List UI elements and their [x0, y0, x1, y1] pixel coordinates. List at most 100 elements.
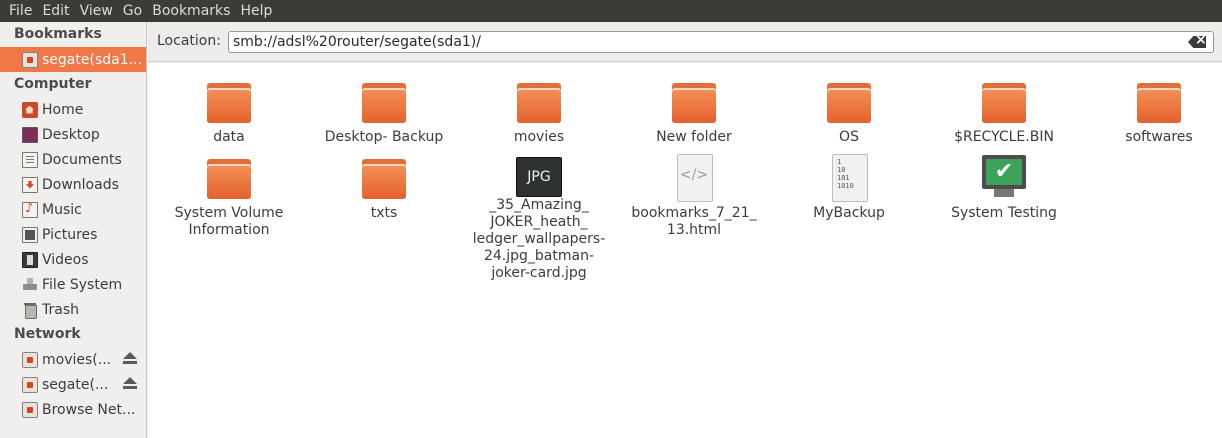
- folder-icon: [205, 77, 253, 125]
- documents-icon: [22, 151, 38, 168]
- network-drive-icon: [22, 351, 38, 368]
- sidebar-item-label: Documents: [42, 151, 122, 168]
- sidebar-item-home[interactable]: Home: [0, 97, 146, 122]
- music-icon: [22, 201, 38, 218]
- videos-icon: [22, 251, 38, 268]
- folder-icon: [1135, 77, 1183, 125]
- sidebar-item-label: Desktop: [42, 126, 100, 143]
- network-drive-icon: [22, 51, 38, 68]
- menu-bookmarks[interactable]: Bookmarks: [147, 0, 235, 22]
- binary-file-icon-text: 1 10 101 1010: [837, 158, 854, 190]
- executable-check-icon-text: ✔: [986, 159, 1022, 185]
- folder-icon: [360, 77, 408, 125]
- clear-icon[interactable]: [1188, 32, 1207, 48]
- sidebar: Bookmarks segate(sda1... Computer Home D…: [0, 22, 147, 438]
- folder-icon: [515, 77, 563, 125]
- binary-file-icon: 1 10 101 1010: [825, 153, 873, 202]
- location-input[interactable]: [228, 31, 1214, 53]
- file-name: _35_Amazing_ JOKER_heath_ ledger_wallpap…: [472, 197, 606, 281]
- sidebar-item-label: Videos: [42, 251, 89, 268]
- file-item-softwares[interactable]: softwares: [1084, 77, 1222, 146]
- file-item-bookmarks-html[interactable]: </> bookmarks_7_21_ 13.html: [619, 153, 769, 239]
- sidebar-item-label: Pictures: [42, 226, 98, 243]
- file-item-system-volume-information[interactable]: System Volume Information: [154, 153, 304, 239]
- file-item-new-folder[interactable]: New folder: [619, 77, 769, 146]
- file-item-system-testing[interactable]: ✔ System Testing: [929, 153, 1079, 222]
- menu-view[interactable]: View: [75, 0, 118, 22]
- image-file-icon-text: JPG: [527, 169, 551, 185]
- sidebar-item-label: segate(sda1...: [42, 51, 142, 68]
- pictures-icon: [22, 226, 38, 243]
- sidebar-header-network: Network: [14, 326, 81, 342]
- file-item-recycle-bin[interactable]: $RECYCLE.BIN: [929, 77, 1079, 146]
- trash-icon: [22, 302, 38, 319]
- sidebar-item-segate-bookmark[interactable]: segate(sda1...: [0, 47, 146, 72]
- sidebar-item-label: movies(...: [42, 351, 112, 368]
- file-name: $RECYCLE.BIN: [954, 129, 1054, 145]
- html-file-icon-text: </>: [679, 167, 709, 183]
- location-label: Location:: [157, 33, 221, 49]
- menu-edit[interactable]: Edit: [37, 0, 74, 22]
- file-name: System Testing: [951, 205, 1057, 221]
- file-system-icon: [22, 277, 38, 293]
- eject-icon[interactable]: [122, 377, 138, 391]
- eject-icon[interactable]: [122, 352, 138, 366]
- image-file-icon: JPG: [516, 157, 562, 197]
- folder-icon: [670, 77, 718, 125]
- sidebar-header-computer: Computer: [14, 76, 92, 92]
- network-drive-icon: [22, 401, 38, 418]
- executable-check-icon: ✔: [980, 153, 1028, 201]
- file-item-mybackup[interactable]: 1 10 101 1010 MyBackup: [774, 153, 924, 222]
- sidebar-item-music[interactable]: Music: [0, 197, 146, 222]
- sidebar-item-documents[interactable]: Documents: [0, 147, 146, 172]
- sidebar-item-file-system[interactable]: File System: [0, 272, 146, 297]
- sidebar-item-segate-share[interactable]: segate(...: [0, 372, 146, 397]
- file-view: data Desktop- Backup movies New folder O…: [148, 63, 1222, 438]
- downloads-icon: [22, 176, 38, 193]
- sidebar-item-movies-share[interactable]: movies(...: [0, 347, 146, 372]
- file-item-joker-jpg[interactable]: JPG _35_Amazing_ JOKER_heath_ ledger_wal…: [464, 153, 614, 282]
- file-name: MyBackup: [813, 205, 885, 221]
- folder-icon: [205, 153, 253, 201]
- file-name: data: [213, 129, 245, 145]
- html-file-icon: </>: [670, 153, 718, 202]
- sidebar-item-downloads[interactable]: Downloads: [0, 172, 146, 197]
- file-item-desktop-backup[interactable]: Desktop- Backup: [309, 77, 459, 146]
- file-item-data[interactable]: data: [154, 77, 304, 146]
- location-bar: Location:: [148, 22, 1222, 62]
- sidebar-item-pictures[interactable]: Pictures: [0, 222, 146, 247]
- desktop-icon: [22, 126, 38, 143]
- menu-go[interactable]: Go: [118, 0, 147, 22]
- sidebar-item-label: File System: [42, 276, 123, 293]
- file-name: OS: [839, 129, 859, 145]
- file-name: Desktop- Backup: [324, 129, 444, 145]
- folder-icon: [825, 77, 873, 125]
- home-icon: [22, 101, 38, 118]
- sidebar-item-videos[interactable]: Videos: [0, 247, 146, 272]
- file-name: softwares: [1125, 129, 1193, 145]
- file-name: movies: [513, 129, 565, 145]
- sidebar-item-trash[interactable]: Trash: [0, 297, 146, 322]
- menu-help[interactable]: Help: [235, 0, 277, 22]
- folder-icon: [980, 77, 1028, 125]
- file-name: txts: [370, 205, 398, 221]
- menubar: File Edit View Go Bookmarks Help: [0, 0, 1222, 22]
- file-name: System Volume Information: [174, 205, 284, 238]
- network-drive-icon: [22, 376, 38, 393]
- file-name: New folder: [656, 129, 732, 145]
- menu-file[interactable]: File: [4, 0, 37, 22]
- file-name: bookmarks_7_21_ 13.html: [631, 205, 757, 238]
- sidebar-item-browse-network[interactable]: Browse Net...: [0, 397, 146, 422]
- sidebar-item-label: Browse Net...: [42, 401, 136, 418]
- sidebar-item-label: Music: [42, 201, 82, 218]
- folder-icon: [360, 153, 408, 201]
- sidebar-item-label: segate(...: [42, 376, 109, 393]
- file-item-os[interactable]: OS: [774, 77, 924, 146]
- sidebar-item-label: Downloads: [42, 176, 119, 193]
- file-item-txts[interactable]: txts: [309, 153, 459, 222]
- sidebar-item-desktop[interactable]: Desktop: [0, 122, 146, 147]
- sidebar-item-label: Home: [42, 101, 84, 118]
- sidebar-header-bookmarks: Bookmarks: [14, 26, 102, 42]
- file-item-movies[interactable]: movies: [464, 77, 614, 146]
- sidebar-item-label: Trash: [42, 301, 79, 318]
